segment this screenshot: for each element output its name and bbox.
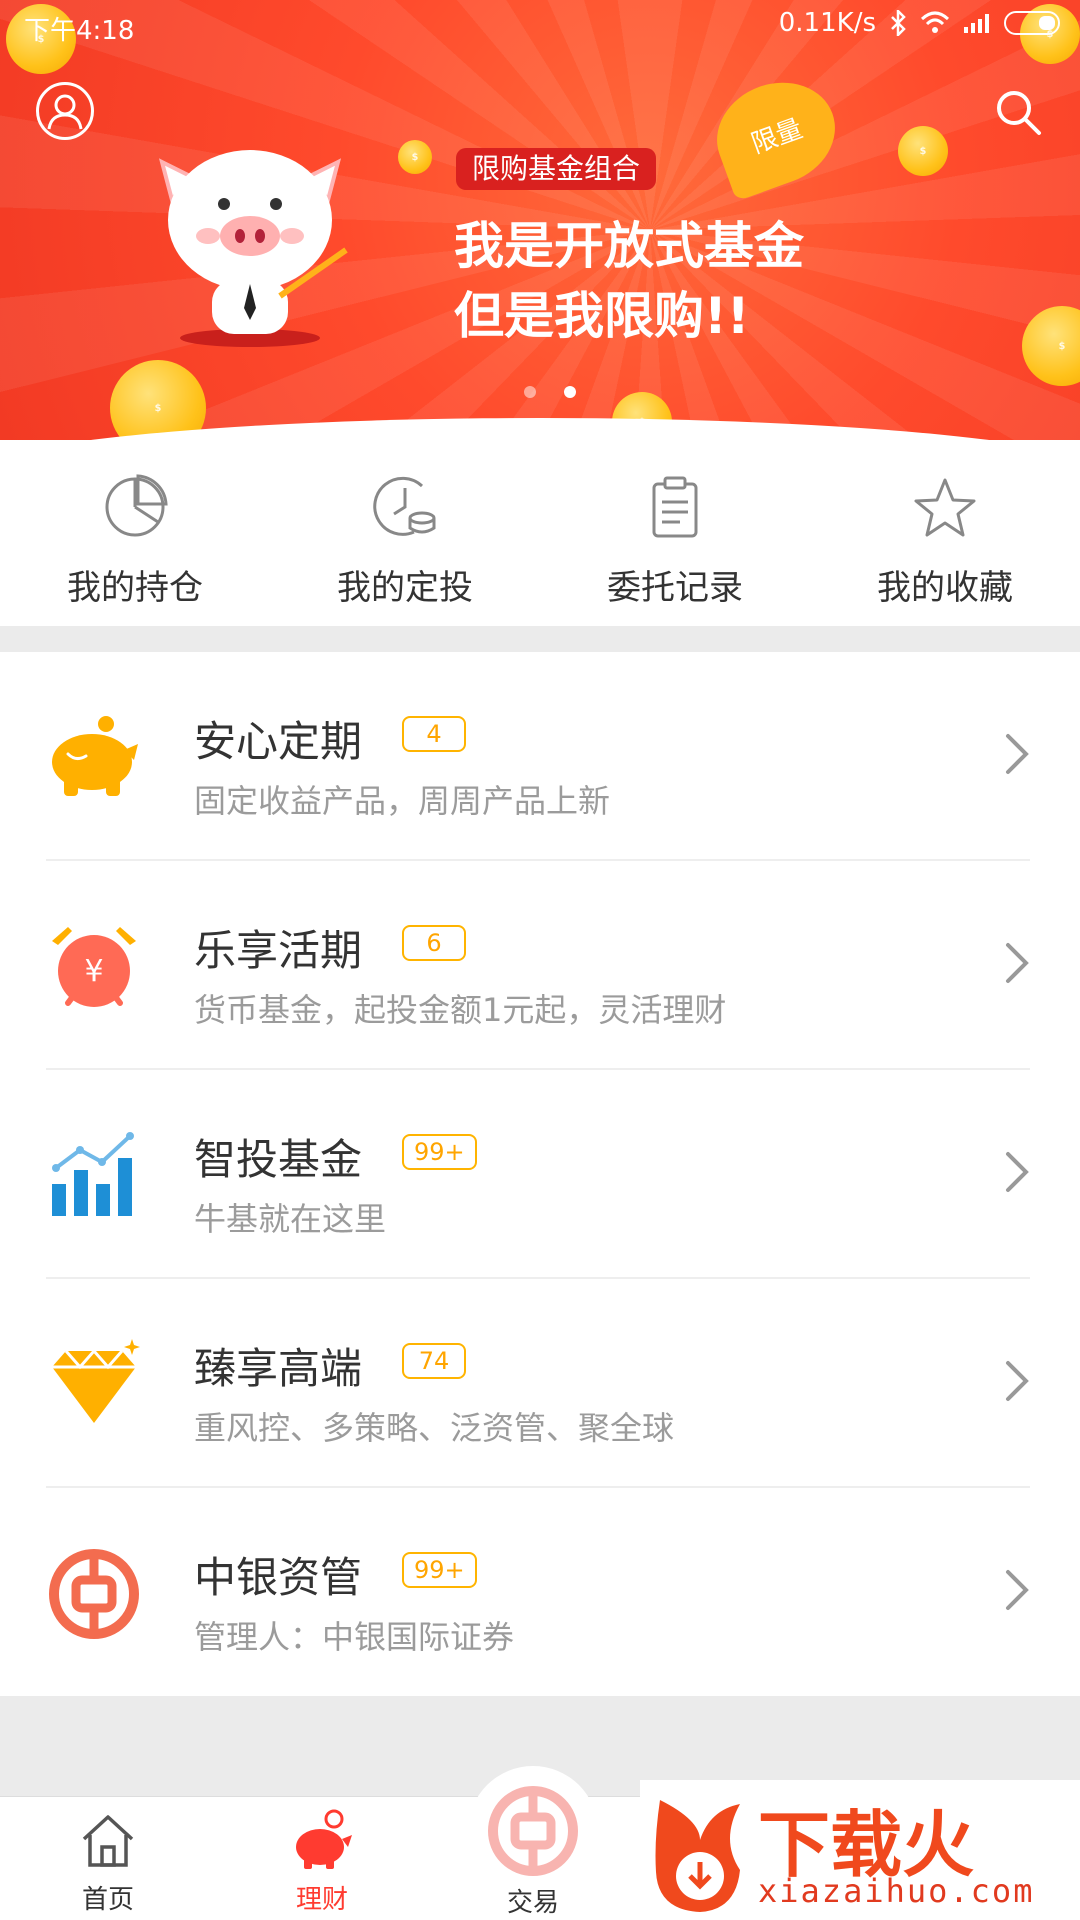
wifi-icon (920, 11, 950, 33)
quick-nav-auto-invest[interactable]: 我的定投 (270, 460, 540, 626)
battery-icon (1004, 11, 1060, 35)
tab-home[interactable]: 首页 (48, 1809, 168, 1916)
boc-icon (488, 1786, 578, 1876)
product-list: 安心定期 4 固定收益产品，周周产品上新 ¥ 乐享活期 6 货币基金，起投金额1… (0, 652, 1080, 1697)
quick-nav-label: 我的收藏 (877, 568, 1013, 608)
product-title: 乐享活期 (194, 926, 363, 975)
diamond-icon (52, 1339, 140, 1423)
quick-nav-holdings[interactable]: 我的持仓 (0, 460, 270, 626)
coin-decoration (398, 140, 432, 174)
product-row-fixed-term[interactable]: 安心定期 4 固定收益产品，周周产品上新 (0, 652, 1080, 861)
quick-nav-orders[interactable]: 委托记录 (540, 460, 810, 626)
quick-nav-label: 我的持仓 (67, 568, 203, 608)
tab-wealth[interactable]: 理财 (262, 1809, 382, 1916)
product-subtitle: 牛基就在这里 (194, 1200, 387, 1238)
status-time: 下午4:18 (24, 16, 135, 46)
promo-banner[interactable]: 限量 限购基金组合 我是开放式基金 但是我限购!! (0, 0, 1080, 440)
alarm-clock-yen-icon: ¥ (52, 927, 136, 1007)
search-icon[interactable] (992, 86, 1044, 138)
user-icon (47, 94, 83, 130)
quick-nav-label: 委托记录 (607, 568, 743, 608)
home-icon (82, 1815, 134, 1867)
piggy-bank-icon (52, 716, 138, 796)
tab-label: 理财 (295, 1885, 348, 1915)
carousel-dot-active[interactable] (564, 386, 576, 398)
flame-logo-icon (655, 1800, 740, 1912)
carousel-dot[interactable] (524, 386, 536, 398)
product-row-flexible[interactable]: ¥ 乐享活期 6 货币基金，起投金额1元起，灵活理财 (0, 861, 1080, 1070)
promo-headline-1: 我是开放式基金 (454, 217, 804, 275)
count-badge: 4 (402, 716, 466, 752)
count-badge: 6 (402, 925, 466, 961)
chevron-right-icon (1006, 1152, 1029, 1192)
promo-tag: 限购基金组合 (456, 148, 657, 190)
network-speed: 0.11K/s (778, 8, 876, 38)
chevron-right-icon (1006, 734, 1029, 774)
watermark-url: xiazaihuo.com (758, 1872, 1035, 1910)
clipboard-icon (652, 476, 698, 538)
profile-button[interactable] (36, 82, 94, 140)
bluetooth-icon (891, 10, 906, 36)
boc-logo-icon (49, 1549, 139, 1639)
tab-label: 首页 (81, 1885, 134, 1915)
product-title: 安心定期 (194, 717, 363, 766)
quick-nav: 我的持仓 我的定投 委托记录 我的收藏 (0, 460, 1080, 626)
product-row-high-end[interactable]: 臻享高端 74 重风控、多策略、泛资管、聚全球 (0, 1279, 1080, 1488)
clock-coins-icon (373, 476, 436, 536)
pie-chart-icon (105, 474, 168, 537)
status-indicators: 0.11K/s (779, 8, 1060, 38)
coin-decoration (110, 360, 206, 440)
promo-headline-2: 但是我限购!! (454, 287, 750, 345)
watermark: 下载火 xiazaihuo.com (640, 1780, 1080, 1920)
tab-label-trade: 交易 (506, 1888, 559, 1918)
product-subtitle: 货币基金，起投金额1元起，灵活理财 (194, 991, 727, 1029)
coin-decoration (1022, 306, 1080, 386)
count-badge: 74 (402, 1343, 466, 1379)
piggy-icon (296, 1809, 352, 1869)
product-subtitle: 固定收益产品，周周产品上新 (194, 782, 611, 820)
count-badge: 99+ (402, 1134, 477, 1170)
quick-nav-favorites[interactable]: 我的收藏 (810, 460, 1080, 626)
quick-nav-label: 我的定投 (337, 568, 473, 608)
product-title: 智投基金 (194, 1135, 363, 1184)
svg-text:¥: ¥ (84, 954, 103, 989)
chevron-right-icon (1006, 1361, 1029, 1401)
status-bar: 下午4:18 0.11K/s (0, 0, 1080, 52)
signal-icon (964, 14, 989, 33)
chevron-right-icon (1006, 943, 1029, 983)
product-title: 中银资管 (194, 1553, 363, 1602)
product-title: 臻享高端 (194, 1344, 363, 1393)
product-row-smart-fund[interactable]: 智投基金 99+ 牛基就在这里 (0, 1070, 1080, 1279)
pig-mascot-icon (158, 150, 348, 347)
product-subtitle: 管理人：中银国际证券 (194, 1618, 515, 1656)
coin-decoration (898, 126, 948, 176)
chevron-right-icon (1006, 1570, 1029, 1610)
product-row-boc-asset[interactable]: 中银资管 99+ 管理人：中银国际证券 (0, 1488, 1080, 1697)
carousel-indicator[interactable] (0, 386, 1080, 398)
limited-label: 限量 (747, 113, 807, 160)
tab-trade[interactable] (468, 1766, 598, 1896)
bar-trend-icon (52, 1132, 134, 1216)
section-divider (0, 626, 1080, 652)
product-subtitle: 重风控、多策略、泛资管、聚全球 (194, 1409, 675, 1447)
count-badge: 99+ (402, 1552, 477, 1588)
star-icon (914, 478, 976, 537)
